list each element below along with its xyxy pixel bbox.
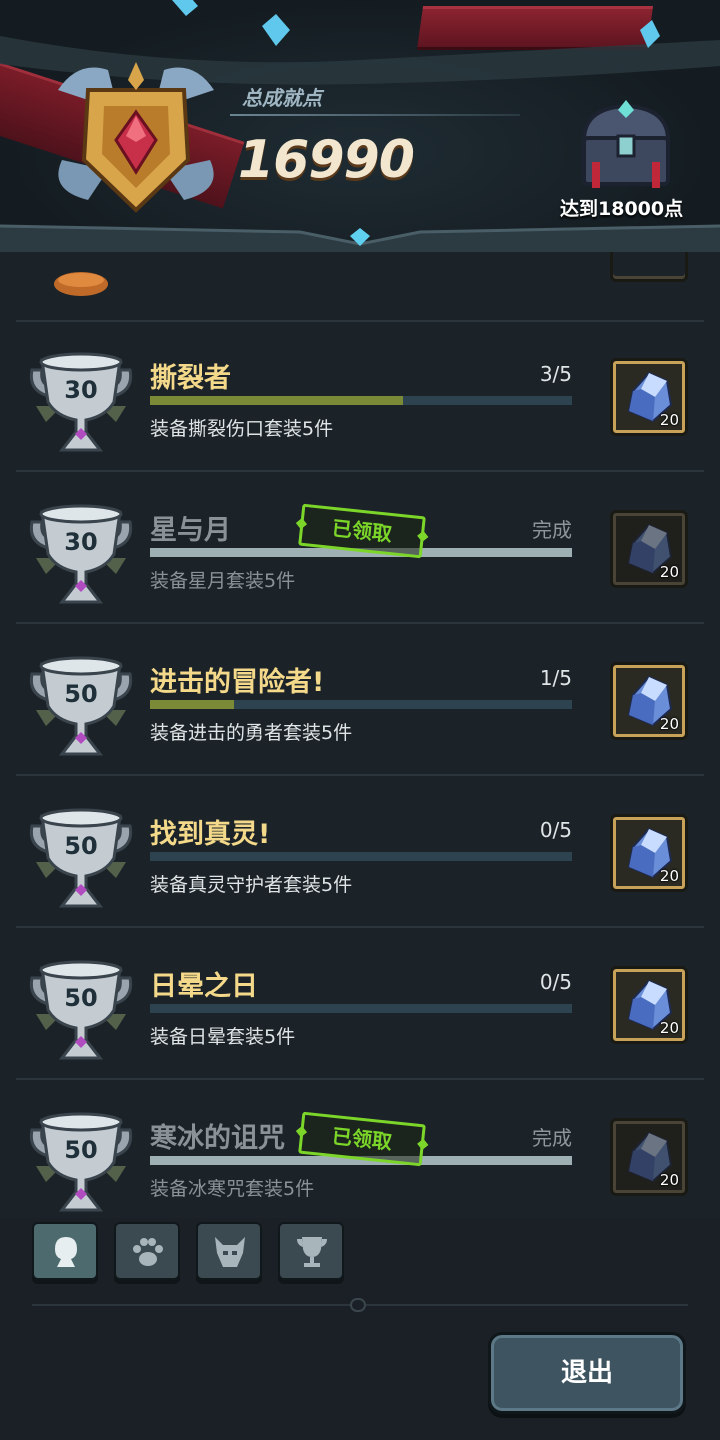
reward-slot[interactable]: 20	[610, 662, 688, 740]
reward-quantity: 20	[659, 1019, 679, 1037]
reward-slot: 20	[610, 510, 688, 588]
goal-points-label: 达到18000点	[560, 198, 684, 220]
achievement-row[interactable]: 50 寒冰的诅咒 完成 装备冰寒咒套装5件 已领取 20	[16, 1082, 704, 1218]
achievement-title: 寒冰的诅咒	[150, 1123, 285, 1154]
trophy-icon	[29, 960, 133, 1060]
achievement-description: 装备进击的勇者套装5件	[150, 722, 353, 744]
exit-button[interactable]: 退出	[488, 1332, 686, 1414]
achievement-description: 装备日晕套装5件	[150, 1026, 296, 1048]
achievement-header: 总成就点 16990 达到18000点	[0, 0, 720, 252]
trophy-base-icon	[54, 272, 108, 296]
achievement-row[interactable]: 50 日晕之日 0/5 装备日晕套装5件 20	[16, 930, 704, 1080]
achievement-title: 星与月	[150, 515, 231, 546]
achievement-title: 找到真灵!	[150, 819, 271, 850]
reward-slot[interactable]: 20	[610, 358, 688, 436]
bottom-panel: 退出	[0, 1218, 720, 1440]
tab-monsters[interactable]	[196, 1222, 262, 1280]
achievement-progress-text: 完成	[532, 518, 572, 542]
trophy-icon	[29, 352, 133, 452]
trophy-icon	[29, 808, 133, 908]
reward-quantity: 20	[659, 411, 679, 429]
achievement-row[interactable]: 50 进击的冒险者! 1/5 装备进击的勇者套装5件 20	[16, 626, 704, 776]
list-item-partial	[16, 252, 704, 322]
achievement-row[interactable]: 30 星与月 完成 装备星月套装5件 已领取 20	[16, 474, 704, 624]
tab-trophies[interactable]	[278, 1222, 344, 1280]
total-points-value: 16990	[238, 130, 415, 190]
monster-icon	[215, 1237, 245, 1267]
progress-fill	[150, 396, 404, 405]
achievement-row[interactable]: 30 撕裂者 3/5 装备撕裂伤口套装5件 20	[16, 322, 704, 472]
trophy-icon	[29, 504, 133, 604]
achievement-title: 日晕之日	[150, 971, 258, 1002]
achievement-title: 撕裂者	[150, 363, 231, 394]
paw-icon	[133, 1238, 163, 1266]
progress-fill	[150, 700, 235, 709]
achievement-progress-bar	[150, 700, 572, 709]
achievement-progress-bar	[150, 396, 572, 405]
achievement-description: 装备星月套装5件	[150, 570, 296, 592]
treasure-chest-icon[interactable]	[574, 96, 678, 192]
reward-quantity: 20	[659, 563, 679, 581]
achievement-description: 装备撕裂伤口套装5件	[150, 418, 334, 440]
trophy-icon	[297, 1237, 327, 1267]
achievement-emblem-icon	[58, 62, 214, 213]
achievement-progress-text: 完成	[532, 1126, 572, 1150]
reward-slot[interactable]: 20	[610, 814, 688, 892]
achievement-progress-text: 0/5	[539, 970, 572, 994]
trophy-icon	[29, 656, 133, 756]
achievement-description: 装备冰寒咒套装5件	[150, 1178, 315, 1200]
total-points-underline	[230, 114, 520, 116]
achievement-progress-text: 3/5	[539, 362, 572, 386]
achievement-row[interactable]: 50 找到真灵! 0/5 装备真灵守护者套装5件 20	[16, 778, 704, 928]
tab-pets[interactable]	[114, 1222, 180, 1280]
reward-quantity: 20	[659, 867, 679, 885]
achievement-progress-bar	[150, 852, 572, 861]
trophy-icon	[29, 1112, 133, 1212]
tab-character[interactable]	[32, 1222, 98, 1280]
reward-slot[interactable]: 20	[610, 966, 688, 1044]
achievement-progress-text: 0/5	[539, 818, 572, 842]
character-icon	[55, 1237, 77, 1267]
reward-quantity: 20	[659, 1171, 679, 1189]
reward-slot: 20	[610, 1118, 688, 1196]
achievement-list[interactable]: 30 撕裂者 3/5 装备撕裂伤口套装5件 20 30 星与月 完成 装备星月套…	[0, 252, 720, 1218]
reward-slot-partial	[610, 252, 688, 282]
achievement-description: 装备真灵守护者套装5件	[150, 874, 353, 896]
achievement-progress-text: 1/5	[539, 666, 572, 690]
divider-ornament-icon	[350, 1298, 366, 1312]
achievement-title: 进击的冒险者!	[150, 667, 325, 698]
reward-quantity: 20	[659, 715, 679, 733]
achievement-progress-bar	[150, 1004, 572, 1013]
total-points-label: 总成就点	[242, 86, 322, 110]
